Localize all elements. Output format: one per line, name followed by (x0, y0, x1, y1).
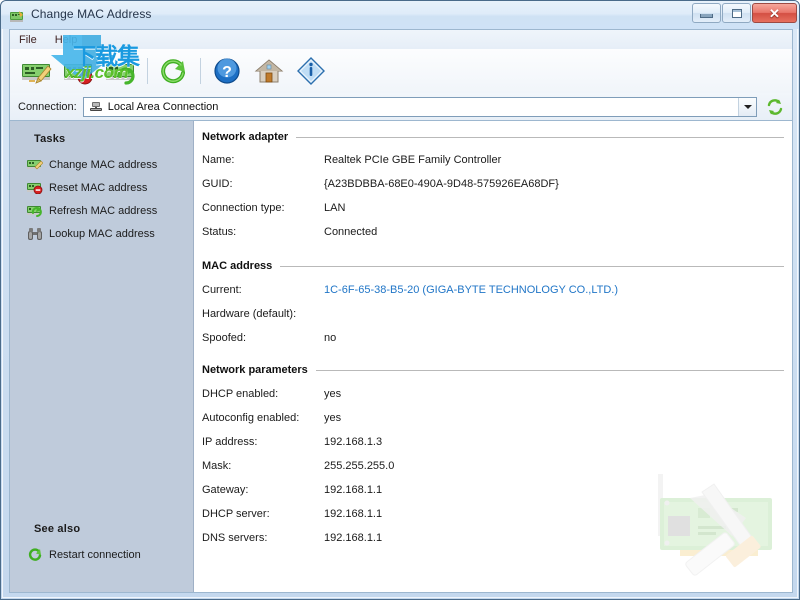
sidebar-item-label: Reset MAC address (49, 181, 148, 194)
connection-combobox[interactable]: Local Area Connection (82, 96, 757, 117)
network-card-tools-watermark (654, 470, 786, 590)
maximize-button[interactable] (722, 3, 751, 23)
menu-file[interactable]: File (10, 32, 46, 48)
network-card-deny-icon (64, 64, 93, 85)
application-window: Change MAC Address ✕ File Help ? Connect… (0, 0, 800, 600)
section-header-network-parameters: Network parameters (202, 364, 784, 376)
row-value: {A23BDBBA-68E0-490A-9D48-575926EA68DF} (324, 178, 559, 190)
section-rule (280, 265, 784, 267)
sidebar-item-reset-mac-address[interactable]: Reset MAC address (10, 176, 193, 199)
green-circular-refresh-icon (161, 59, 185, 84)
row-key: Current: (202, 284, 242, 296)
row-key: GUID: (202, 178, 233, 190)
blue-question-mark-icon: ? (214, 58, 240, 84)
row-value: 255.255.255.0 (324, 460, 395, 472)
toolbar: ? (9, 49, 793, 93)
row-key: Spoofed: (202, 332, 247, 344)
row-key: Hardware (default): (202, 308, 297, 320)
row-value: 192.168.1.1 (324, 532, 383, 544)
app-network-card-icon (9, 8, 25, 24)
menu-help[interactable]: Help (46, 32, 87, 48)
toolbar-change-mac-address[interactable] (16, 50, 58, 92)
connection-label: Connection: (18, 100, 77, 113)
svg-text:?: ? (222, 64, 232, 81)
row-key: Name: (202, 154, 235, 166)
sidebar-tasks-heading: Tasks (34, 133, 66, 145)
row-value: yes (324, 388, 342, 400)
sidebar-item-refresh-mac-address[interactable]: Refresh MAC address (10, 199, 193, 222)
row-value: 192.168.1.1 (324, 508, 383, 520)
connection-selected-value: Local Area Connection (107, 100, 219, 113)
green-circular-refresh-icon (26, 547, 44, 563)
menu-bar: File Help (9, 29, 793, 49)
section-title: MAC address (202, 260, 273, 272)
row-key: Connection type: (202, 202, 285, 214)
row-value: yes (324, 412, 342, 424)
row-key: DHCP server: (202, 508, 270, 520)
network-connection-icon (88, 100, 104, 114)
toolbar-separator-1 (147, 58, 148, 84)
row-key: Gateway: (202, 484, 249, 496)
close-button[interactable]: ✕ (752, 3, 797, 23)
section-title: Network parameters (202, 364, 308, 376)
toolbar-restart-connection[interactable] (153, 50, 195, 92)
row-value: 192.168.1.3 (324, 436, 383, 448)
section-header-network-adapter: Network adapter (202, 131, 784, 143)
chevron-down-icon[interactable] (738, 97, 756, 116)
network-card-pencil-icon (26, 157, 44, 173)
client-area: Tasks Change MAC address Reset MAC addre… (9, 121, 793, 593)
sidebar: Tasks Change MAC address Reset MAC addre… (10, 121, 194, 592)
refresh-connections-button[interactable] (762, 95, 788, 119)
sidebar-item-change-mac-address[interactable]: Change MAC address (10, 153, 193, 176)
sidebar-item-label: Lookup MAC address (49, 227, 155, 240)
sidebar-item-label: Restart connection (49, 548, 141, 561)
minimize-icon (700, 13, 713, 18)
toolbar-home[interactable] (248, 50, 290, 92)
minimize-button[interactable] (692, 3, 721, 23)
network-card-deny-icon (26, 180, 44, 196)
toolbar-reset-mac-address[interactable] (58, 50, 100, 92)
sidebar-seealso-heading: See also (34, 523, 81, 535)
green-double-arrow-refresh-icon (767, 98, 783, 115)
toolbar-about[interactable] (290, 50, 332, 92)
network-card-refresh-icon (106, 64, 135, 85)
row-key: Mask: (202, 460, 232, 472)
row-value: LAN (324, 202, 346, 214)
sidebar-see-also-section: See also Restart connection (10, 511, 193, 566)
sidebar-item-label: Change MAC address (49, 158, 158, 171)
row-value-link[interactable]: 1C-6F-65-38-B5-20 (GIGA-BYTE TECHNOLOGY … (324, 284, 618, 296)
window-title: Change MAC Address (31, 7, 152, 21)
row-value: Realtek PCIe GBE Family Controller (324, 154, 502, 166)
row-key: DHCP enabled: (202, 388, 279, 400)
section-rule (296, 136, 784, 138)
title-bar[interactable]: Change MAC Address ✕ (1, 1, 799, 29)
toolbar-refresh-mac-address[interactable] (100, 50, 142, 92)
network-card-pencil-icon (22, 64, 52, 84)
row-key: Status: (202, 226, 237, 238)
row-key: DNS servers: (202, 532, 268, 544)
details-panel: Network adapter Name: Realtek PCIe GBE F… (194, 121, 792, 592)
binoculars-icon (26, 226, 44, 242)
close-icon: ✕ (769, 5, 780, 21)
section-title: Network adapter (202, 131, 289, 143)
sidebar-item-restart-connection[interactable]: Restart connection (10, 543, 193, 566)
row-value: 192.168.1.1 (324, 484, 383, 496)
toolbar-separator-2 (200, 58, 201, 84)
row-value: no (324, 332, 337, 344)
maximize-icon (731, 8, 742, 18)
blue-info-diamond-icon (297, 57, 325, 85)
section-header-mac-address: MAC address (202, 260, 784, 272)
toolbar-help[interactable]: ? (206, 50, 248, 92)
row-value: Connected (324, 226, 378, 238)
network-card-refresh-icon (26, 203, 44, 219)
row-key: Autoconfig enabled: (202, 412, 300, 424)
sidebar-item-label: Refresh MAC address (49, 204, 158, 217)
house-icon (254, 59, 284, 83)
sidebar-item-lookup-mac-address[interactable]: Lookup MAC address (10, 222, 193, 245)
window-controls: ✕ (692, 3, 797, 23)
row-key: IP address: (202, 436, 258, 448)
connection-bar: Connection: Local Area Connection (9, 93, 793, 121)
section-rule (315, 369, 784, 371)
